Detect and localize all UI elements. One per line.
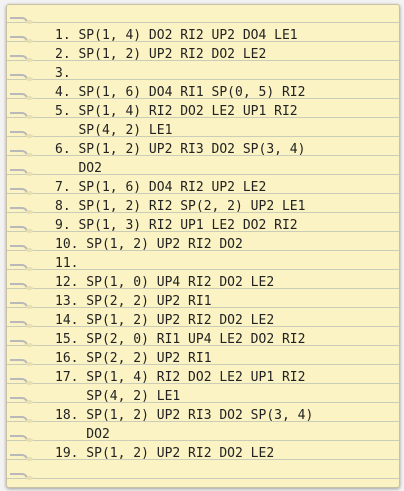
spiral-ring-icon [10,302,34,309]
spiral-ring-icon [10,359,34,366]
spiral-ring-icon [10,397,34,404]
spiral-ring-icon [10,321,34,328]
ruled-line [7,478,399,479]
line-5-cont: SP(4, 2) LE1 [55,123,173,138]
notepad: 1. SP(1, 4) DO2 RI2 UP2 DO4 LE1 2. SP(1,… [6,4,400,488]
line-18: 18. SP(1, 2) UP2 RI3 DO2 SP(3, 4) [55,408,314,423]
spiral-ring-icon [10,454,34,461]
spiral-ring-icon [10,435,34,442]
line-4: 4. SP(1, 6) DO4 RI1 SP(0, 5) RI2 [55,85,306,100]
line-11: 11. [55,256,79,271]
line-16: 16. SP(2, 2) UP2 RI1 [55,351,212,366]
spiral-ring-icon [10,112,34,119]
spiral-ring-icon [10,340,34,347]
ruled-line [7,22,399,23]
line-2: 2. SP(1, 2) UP2 RI2 DO2 LE2 [55,47,267,62]
spiral-ring-icon [10,55,34,62]
spiral-ring-icon [10,74,34,81]
spiral-ring-icon [10,245,34,252]
line-7: 7. SP(1, 6) DO4 RI2 UP2 LE2 [55,180,267,195]
line-9: 9. SP(1, 3) RI2 UP1 LE2 DO2 RI2 [55,218,298,233]
spiral-ring-icon [10,378,34,385]
spiral-ring-icon [10,188,34,195]
spiral-ring-icon [10,17,34,24]
line-13: 13. SP(2, 2) UP2 RI1 [55,294,212,309]
spiral-ring-icon [10,207,34,214]
spiral-ring-icon [10,264,34,271]
line-8: 8. SP(1, 2) RI2 SP(2, 2) UP2 LE1 [55,199,306,214]
spiral-ring-icon [10,226,34,233]
line-19: 19. SP(1, 2) UP2 RI2 DO2 LE2 [55,446,275,461]
line-3: 3. [55,66,71,81]
spiral-ring-icon [10,93,34,100]
line-17: 17. SP(1, 4) RI2 DO2 LE2 UP1 RI2 [55,370,306,385]
line-5: 5. SP(1, 4) RI2 DO2 LE2 UP1 RI2 [55,104,298,119]
line-6-cont: DO2 [55,161,102,176]
spiral-ring-icon [10,416,34,423]
spiral-ring-icon [10,169,34,176]
spiral-ring-icon [10,131,34,138]
line-6: 6. SP(1, 2) UP2 RI3 DO2 SP(3, 4) [55,142,306,157]
line-10: 10. SP(1, 2) UP2 RI2 DO2 [55,237,243,252]
spiral-ring-icon [10,150,34,157]
spiral-ring-icon [10,283,34,290]
line-18-cont: DO2 [55,427,110,442]
line-1: 1. SP(1, 4) DO2 RI2 UP2 DO4 LE1 [55,28,298,43]
spiral-ring-icon [10,36,34,43]
line-14: 14. SP(1, 2) UP2 RI2 DO2 LE2 [55,313,275,328]
text-lines: 1. SP(1, 4) DO2 RI2 UP2 DO4 LE1 2. SP(1,… [55,26,393,463]
line-17-cont: SP(4, 2) LE1 [55,389,181,404]
line-12: 12. SP(1, 0) UP4 RI2 DO2 LE2 [55,275,275,290]
line-15: 15. SP(2, 0) RI1 UP4 LE2 DO2 RI2 [55,332,306,347]
spiral-ring-icon [10,473,34,480]
spiral-binding [7,5,37,487]
